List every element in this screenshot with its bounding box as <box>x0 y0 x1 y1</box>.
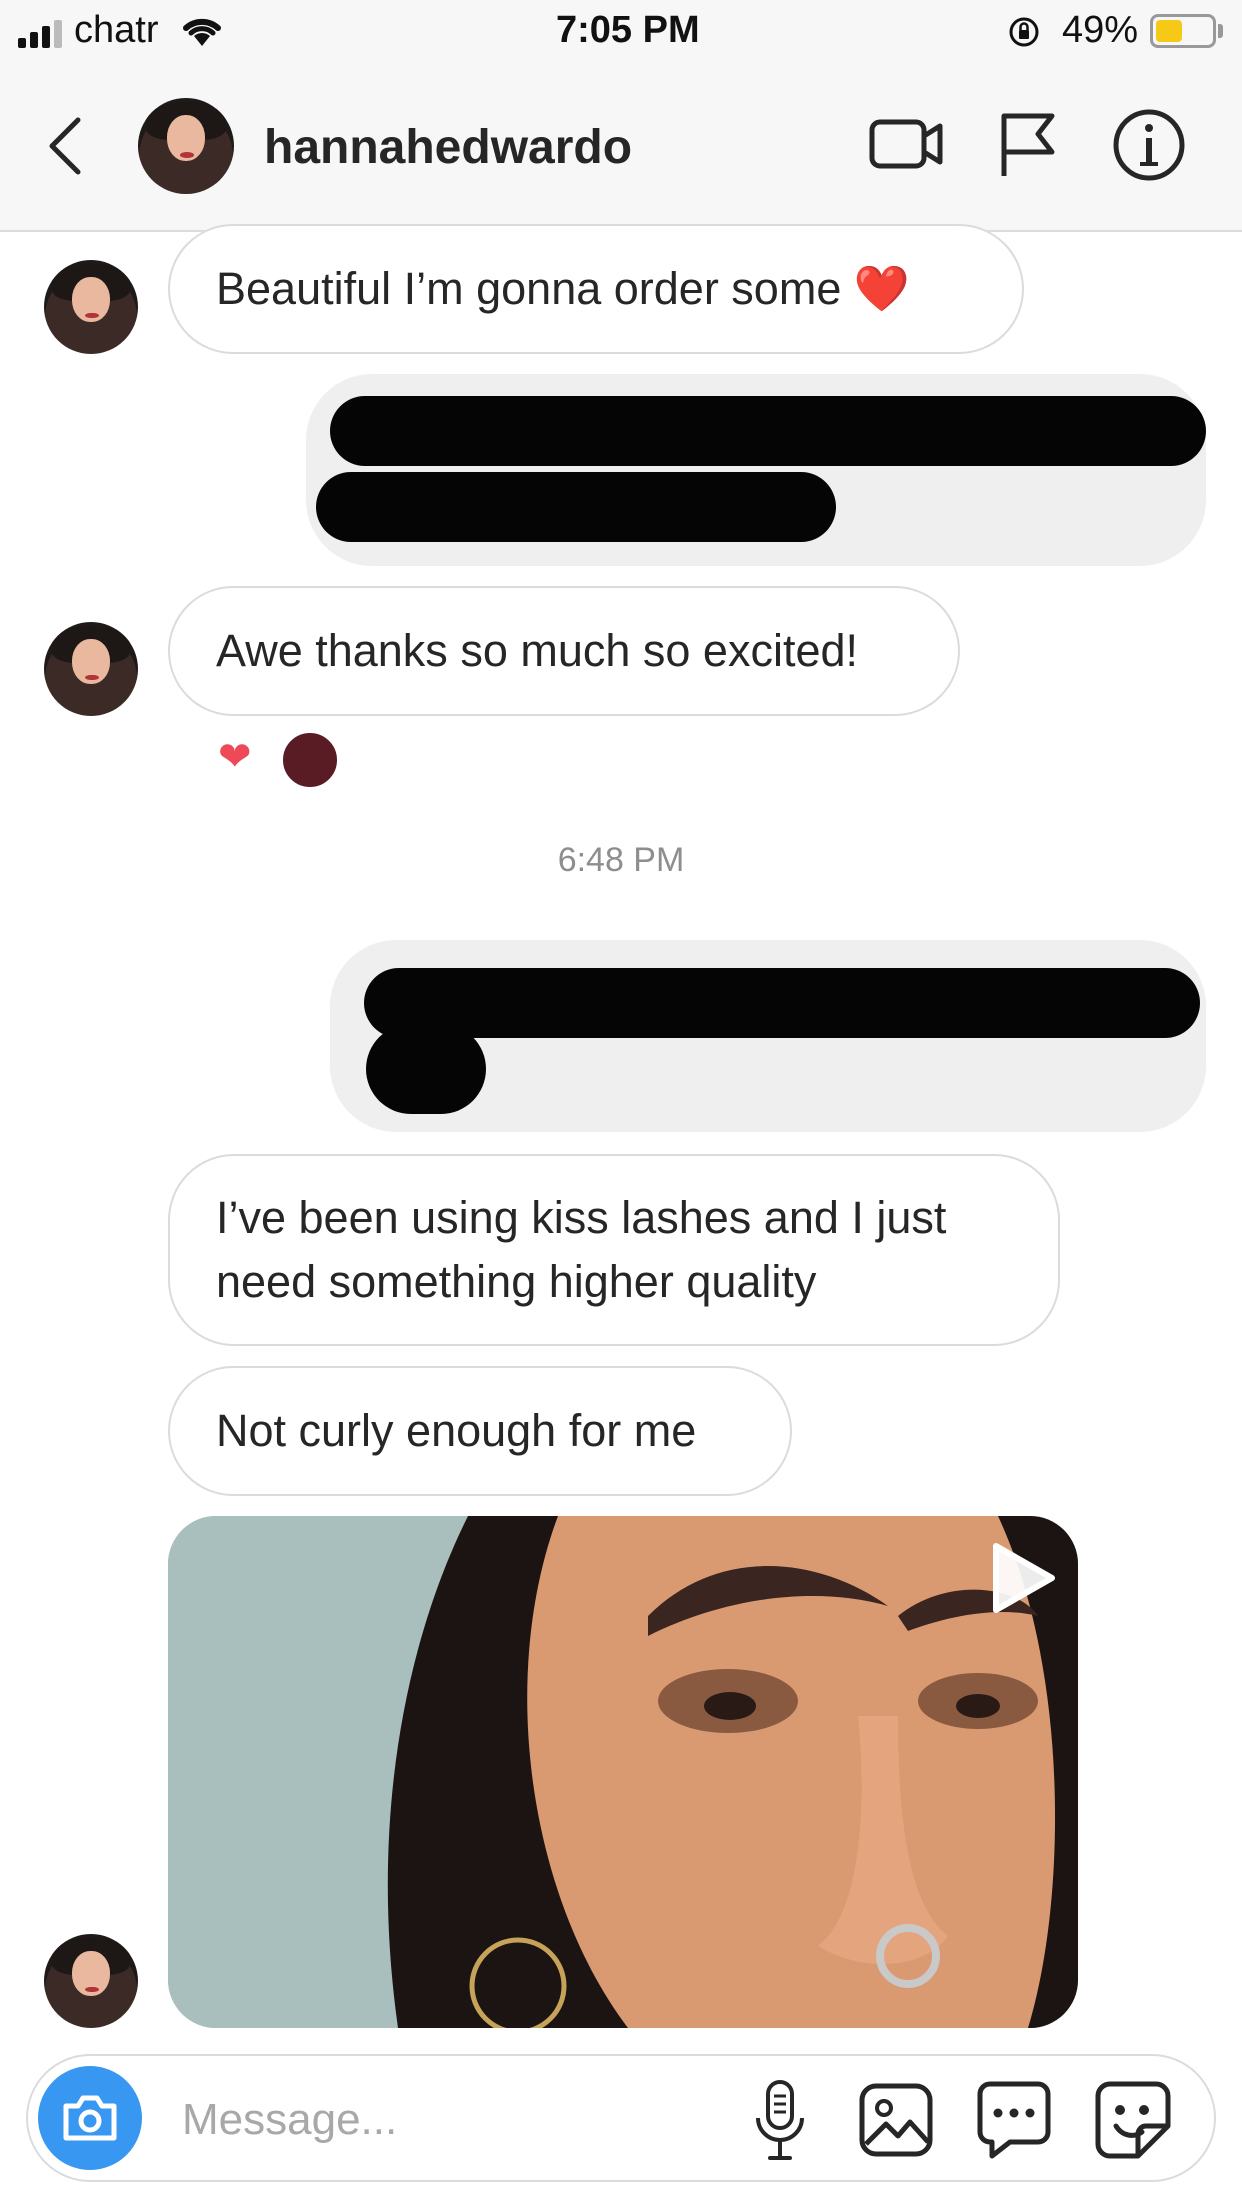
carrier-name: chatr <box>74 9 159 51</box>
video-message-thumbnail[interactable] <box>168 1516 1078 2028</box>
sticker-icon[interactable] <box>1094 2080 1172 2160</box>
message-composer <box>26 2054 1216 2182</box>
microphone-icon[interactable] <box>752 2078 808 2164</box>
message-bubble-incoming[interactable]: Beautiful I’m gonna order some ❤️ <box>168 224 1024 354</box>
message-text: Not curly enough for me <box>216 1405 697 1456</box>
message-input[interactable] <box>180 2084 744 2156</box>
flag-icon[interactable] <box>996 110 1060 178</box>
battery-percentage: 49% <box>1062 9 1139 51</box>
message-text: Awe thanks so much so excited! <box>216 625 858 676</box>
heart-reaction-icon[interactable]: ❤ <box>218 732 252 782</box>
sender-avatar[interactable] <box>44 622 138 716</box>
video-call-icon[interactable] <box>868 114 944 174</box>
timestamp: 6:48 PM <box>557 841 685 879</box>
sender-avatar[interactable] <box>44 260 138 354</box>
chat-header: hannahedwardo <box>0 62 1242 232</box>
wifi-icon <box>183 18 221 46</box>
redaction-mark <box>330 396 1206 466</box>
status-bar: chatr 7:05 PM 49% <box>0 0 1242 62</box>
info-icon[interactable] <box>1112 108 1186 182</box>
gallery-icon[interactable] <box>858 2082 934 2158</box>
battery-icon <box>1150 14 1216 48</box>
message-bubble-outgoing[interactable] <box>330 940 1206 1132</box>
redaction-mark <box>364 968 1200 1038</box>
reactor-avatar[interactable] <box>280 730 340 790</box>
selfie-image <box>168 1516 1078 2028</box>
status-time: 7:05 PM <box>556 9 700 51</box>
chat-bubble-icon[interactable] <box>976 2080 1052 2160</box>
message-bubble-incoming[interactable]: Awe thanks so much so excited! <box>168 586 960 716</box>
play-icon[interactable] <box>988 1540 1058 1616</box>
message-bubble-incoming[interactable]: Not curly enough for me <box>168 1366 792 1496</box>
back-chevron-icon[interactable] <box>44 116 88 176</box>
battery-tip <box>1218 24 1223 38</box>
message-bubble-incoming[interactable]: I’ve been using kiss lashes and I just n… <box>168 1154 1060 1346</box>
header-username[interactable]: hannahedwardo <box>264 120 632 176</box>
message-text: I’ve been using kiss lashes and I just n… <box>216 1192 947 1307</box>
message-text: Beautiful I’m gonna order some ❤️ <box>216 263 910 314</box>
redaction-mark <box>366 1024 486 1114</box>
camera-button[interactable] <box>38 2066 142 2170</box>
camera-icon <box>63 2095 117 2141</box>
cell-signal-icon <box>18 20 62 48</box>
orientation-lock-icon <box>1009 17 1039 47</box>
header-avatar[interactable] <box>138 98 234 194</box>
sender-avatar[interactable] <box>44 1934 138 2028</box>
message-bubble-outgoing[interactable] <box>306 374 1206 566</box>
redaction-mark <box>316 472 836 542</box>
